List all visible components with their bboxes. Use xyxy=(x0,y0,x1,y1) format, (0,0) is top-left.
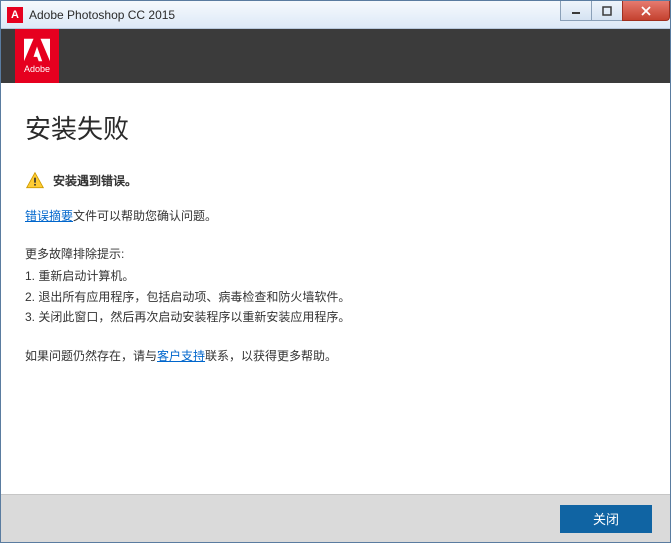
tip-item: 3. 关闭此窗口，然后再次启动安装程序以重新安装应用程序。 xyxy=(25,307,646,327)
maximize-button[interactable] xyxy=(591,1,623,21)
window-controls xyxy=(561,1,670,21)
installer-window: A Adobe Photoshop CC 2015 Adobe 安装失败 xyxy=(0,0,671,543)
persist-suffix: 联系，以获得更多帮助。 xyxy=(205,349,337,363)
titlebar: A Adobe Photoshop CC 2015 xyxy=(1,1,670,29)
warning-row: 安装遇到错误。 xyxy=(25,171,646,191)
summary-rest-text: 文件可以帮助您确认问题。 xyxy=(73,209,217,223)
window-title: Adobe Photoshop CC 2015 xyxy=(29,8,175,22)
footer: 关闭 xyxy=(1,494,670,542)
close-button[interactable]: 关闭 xyxy=(560,505,652,533)
window-close-button[interactable] xyxy=(622,1,670,21)
adobe-logo: Adobe xyxy=(15,29,59,83)
error-summary-link[interactable]: 错误摘要 xyxy=(25,209,73,223)
warning-text: 安装遇到错误。 xyxy=(53,171,137,191)
header-band: Adobe xyxy=(1,29,670,83)
app-icon: A xyxy=(7,7,23,23)
page-title: 安装失败 xyxy=(25,107,646,151)
adobe-a-icon xyxy=(24,38,50,62)
tip-item: 2. 退出所有应用程序，包括启动项、病毒检查和防火墙软件。 xyxy=(25,287,646,307)
app-icon-letter: A xyxy=(11,9,19,21)
support-link[interactable]: 客户支持 xyxy=(157,349,205,363)
persist-line: 如果问题仍然存在，请与客户支持联系，以获得更多帮助。 xyxy=(25,346,646,366)
warning-icon xyxy=(25,171,45,191)
persist-prefix: 如果问题仍然存在，请与 xyxy=(25,349,157,363)
content-area: 安装失败 安装遇到错误。 错误摘要文件可以帮助您确认问题。 更多故障排除提示: … xyxy=(1,83,670,494)
tip-item: 1. 重新启动计算机。 xyxy=(25,266,646,286)
tips-list: 1. 重新启动计算机。 2. 退出所有应用程序，包括启动项、病毒检查和防火墙软件… xyxy=(25,266,646,327)
adobe-logo-text: Adobe xyxy=(24,64,50,74)
summary-line: 错误摘要文件可以帮助您确认问题。 xyxy=(25,206,646,226)
minimize-button[interactable] xyxy=(560,1,592,21)
tips-heading: 更多故障排除提示: xyxy=(25,244,646,264)
